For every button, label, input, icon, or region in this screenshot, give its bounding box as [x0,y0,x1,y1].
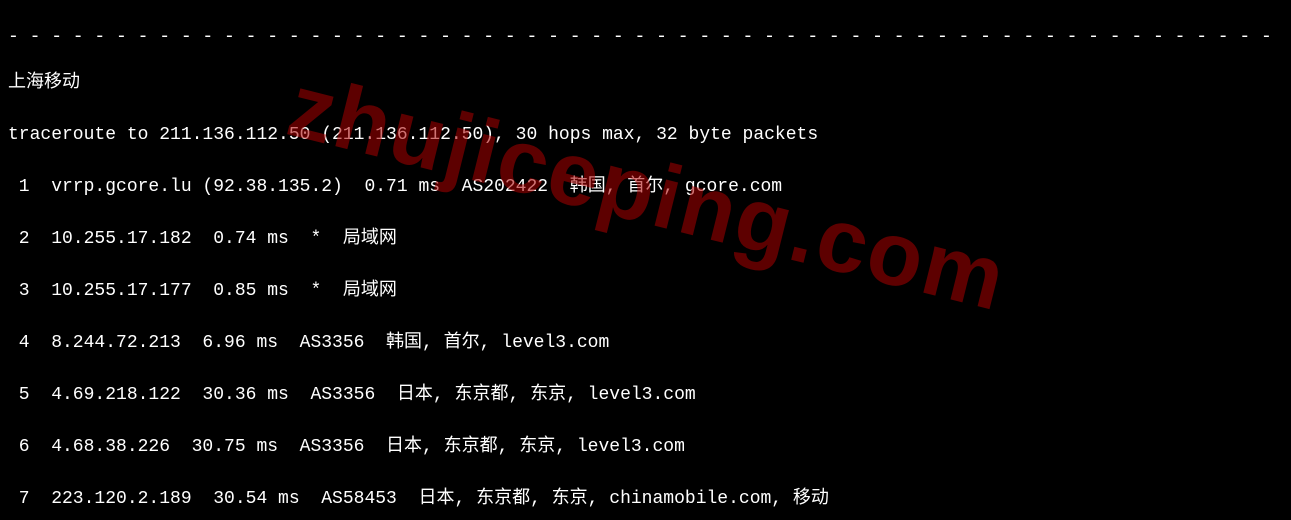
hop-row: 1 vrrp.gcore.lu (92.38.135.2) 0.71 ms AS… [8,174,1283,200]
hop-row: 7 223.120.2.189 30.54 ms AS58453 日本, 东京都… [8,486,1283,512]
traceroute-header: traceroute to 211.136.112.50 (211.136.11… [8,122,1283,148]
divider-line: - - - - - - - - - - - - - - - - - - - - … [8,30,1283,44]
hop-row: 2 10.255.17.182 0.74 ms * 局域网 [8,226,1283,252]
hop-row: 4 8.244.72.213 6.96 ms AS3356 韩国, 首尔, le… [8,330,1283,356]
hop-row: 5 4.69.218.122 30.36 ms AS3356 日本, 东京都, … [8,382,1283,408]
location-header: 上海移动 [8,70,1283,96]
terminal-output: - - - - - - - - - - - - - - - - - - - - … [0,0,1291,520]
hop-row: 6 4.68.38.226 30.75 ms AS3356 日本, 东京都, 东… [8,434,1283,460]
hop-row: 3 10.255.17.177 0.85 ms * 局域网 [8,278,1283,304]
